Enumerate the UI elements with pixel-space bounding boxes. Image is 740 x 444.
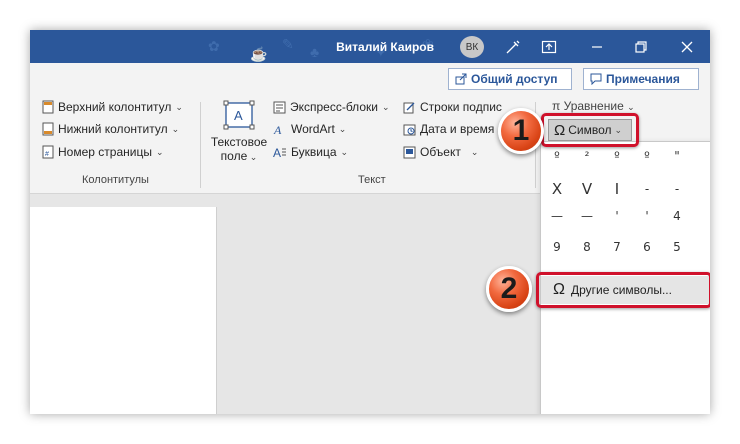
header-icon <box>42 100 54 114</box>
chevron-down-icon: ⌄ <box>470 146 479 157</box>
object-icon <box>403 146 416 158</box>
chevron-down-icon: ⌄ <box>171 123 180 134</box>
signature-icon <box>403 102 415 113</box>
header-footer-group-label: Колонтитулы <box>82 174 149 186</box>
symbol-cell[interactable]: — <box>572 202 602 230</box>
share-icon <box>455 73 467 85</box>
chevron-down-icon: ⌄ <box>627 102 635 112</box>
symbol-cell[interactable]: X <box>542 175 572 203</box>
footer-label: Нижний колонтитул <box>58 122 168 136</box>
wordart-label: WordArt <box>291 122 335 136</box>
group-separator <box>200 102 201 188</box>
textbox-label-line1: Текстовое <box>210 135 268 149</box>
chevron-down-icon: ⌄ <box>247 152 258 162</box>
dropcap-button[interactable]: A Буквица ⌄ <box>273 145 348 159</box>
page-number-button[interactable]: # Номер страницы ⌄ <box>42 145 164 159</box>
symbol-cell[interactable]: 9 <box>542 233 572 261</box>
date-time-label: Дата и время <box>420 122 495 136</box>
object-button[interactable]: Объект ⌄ <box>403 145 478 159</box>
minimize-icon[interactable] <box>584 34 610 60</box>
highlight-symbol-button <box>541 113 639 147</box>
ribbon-display-icon[interactable] <box>536 34 562 60</box>
object-label: Объект <box>420 145 461 159</box>
close-icon[interactable] <box>674 34 700 60</box>
symbol-cell[interactable]: 4 <box>662 202 692 230</box>
footer-button[interactable]: Нижний колонтитул ⌄ <box>42 122 179 136</box>
user-name[interactable]: Виталий Каиров <box>336 40 434 54</box>
page-number-icon: # <box>42 145 54 159</box>
decor-icon: ☕ <box>250 46 268 62</box>
textbox-icon: A <box>223 100 255 130</box>
chevron-down-icon: ⌄ <box>338 123 347 134</box>
chevron-down-icon: ⌄ <box>340 146 349 157</box>
quick-parts-button[interactable]: Экспресс-блоки ⌄ <box>273 100 390 114</box>
chevron-down-icon: ⌄ <box>381 101 390 112</box>
decor-icon: ✎ <box>282 36 294 52</box>
symbol-cell[interactable]: " <box>662 142 692 170</box>
svg-text:#: # <box>45 151 49 158</box>
wordart-icon: A <box>273 123 282 136</box>
footer-icon <box>42 122 54 136</box>
quick-parts-icon <box>273 101 286 113</box>
date-time-button[interactable]: Дата и время <box>403 122 494 136</box>
textbox-button[interactable]: A Текстовое поле ⌄ <box>210 100 268 170</box>
symbol-cell[interactable]: V <box>572 175 602 203</box>
symbol-cell[interactable]: ' <box>602 202 632 230</box>
symbol-cell[interactable]: - <box>632 175 662 203</box>
document-page[interactable] <box>30 207 217 414</box>
chevron-down-icon: ⌄ <box>175 101 183 112</box>
symbol-cell[interactable]: - <box>662 175 692 203</box>
header-label: Верхний колонтитул <box>58 100 172 114</box>
title-bar: ✿ ☕ ✎ ♣ ✦ ❀ Виталий Каиров ВК <box>30 30 710 63</box>
comment-icon <box>590 73 602 85</box>
callout-badge-2: 2 <box>486 266 532 312</box>
quick-parts-label: Экспресс-блоки <box>290 100 378 114</box>
text-group-label: Текст <box>358 174 386 186</box>
header-button[interactable]: Верхний колонтитул ⌄ <box>42 100 183 114</box>
symbol-cell[interactable]: 7 <box>602 233 632 261</box>
share-button[interactable]: Общий доступ <box>448 68 572 90</box>
symbol-cell[interactable]: ' <box>632 202 662 230</box>
share-label: Общий доступ <box>471 72 558 86</box>
svg-text:A: A <box>273 123 282 136</box>
word-window: ✿ ☕ ✎ ♣ ✦ ❀ Виталий Каиров ВК Общий дост… <box>30 30 710 414</box>
symbol-cell[interactable]: 8 <box>572 233 602 261</box>
chevron-down-icon: ⌄ <box>155 146 164 157</box>
comments-label: Примечания <box>606 72 680 86</box>
signature-line-label: Строки подпис <box>420 100 502 114</box>
equation-button[interactable]: π Уравнение ⌄ <box>552 99 635 113</box>
dropcap-label: Буквица <box>291 145 337 159</box>
wordart-button[interactable]: A WordArt ⌄ <box>273 122 346 136</box>
dropcap-icon: A <box>273 146 286 159</box>
decor-icon: ✿ <box>208 38 220 54</box>
calendar-icon <box>403 124 416 135</box>
svg-text:A: A <box>273 146 281 159</box>
signature-line-button[interactable]: Строки подпис <box>403 100 502 114</box>
svg-text:A: A <box>234 108 243 123</box>
comments-button[interactable]: Примечания <box>583 68 699 90</box>
symbol-cell[interactable]: 5 <box>662 233 692 261</box>
highlight-more-symbols <box>536 272 710 308</box>
restore-icon[interactable] <box>628 34 654 60</box>
equation-label: Уравнение <box>563 99 624 113</box>
page-number-label: Номер страницы <box>58 145 152 159</box>
symbol-cell[interactable]: — <box>542 202 572 230</box>
decor-icon: ♣ <box>310 44 320 60</box>
symbol-cell[interactable]: I <box>602 175 632 203</box>
textbox-label-line2: поле ⌄ <box>220 149 258 163</box>
pen-icon[interactable] <box>500 34 526 60</box>
callout-badge-1: 1 <box>498 108 544 154</box>
symbol-cell[interactable]: 6 <box>632 233 662 261</box>
user-avatar[interactable]: ВК <box>460 36 484 58</box>
